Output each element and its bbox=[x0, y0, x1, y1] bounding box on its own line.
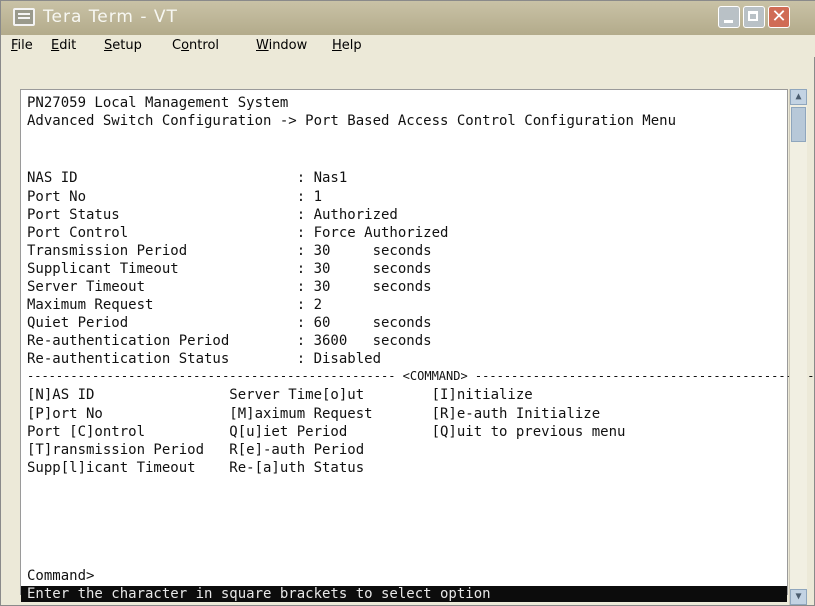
field-nas-id: NAS ID : Nas1 bbox=[27, 170, 348, 186]
command-row-2: [P]ort No [M]aximum Request [R]e-auth In… bbox=[27, 406, 601, 422]
menu-control-hotkey: o bbox=[181, 38, 190, 53]
status-bar: Enter the character in square brackets t… bbox=[21, 586, 787, 602]
command-row-1: [N]AS ID Server Time[o]ut [I]nitialize bbox=[27, 387, 533, 403]
command-prompt[interactable]: Command> bbox=[27, 568, 94, 584]
field-reauth-period: Re-authentication Period : 3600 seconds bbox=[27, 333, 432, 349]
vertical-scrollbar[interactable]: ▲ ▼ bbox=[789, 89, 807, 605]
menu-setup[interactable]: Setup bbox=[104, 38, 142, 53]
menu-setup-rest: etup bbox=[112, 38, 142, 53]
menu-file-rest: ile bbox=[17, 38, 33, 53]
field-quiet-period: Quiet Period : 60 seconds bbox=[27, 315, 432, 331]
menu-control[interactable]: Control bbox=[172, 38, 219, 53]
field-port-status: Port Status : Authorized bbox=[27, 207, 398, 223]
header-menu-path: Advanced Switch Configuration -> Port Ba… bbox=[27, 113, 677, 129]
command-row-4: [T]ransmission Period R[e]-auth Period bbox=[27, 442, 365, 458]
field-reauth-status: Re-authentication Status : Disabled bbox=[27, 351, 382, 367]
status-message: Enter the character in square brackets t… bbox=[27, 586, 491, 602]
terminal-app-icon bbox=[13, 8, 35, 26]
field-maximum-request: Maximum Request : 2 bbox=[27, 297, 323, 313]
command-row-5: Supp[l]icant Timeout Re-[a]uth Status bbox=[27, 460, 365, 476]
field-transmission-period: Transmission Period : 30 seconds bbox=[27, 243, 432, 259]
field-port-no: Port No : 1 bbox=[27, 189, 323, 205]
menu-edit[interactable]: Edit bbox=[51, 38, 76, 53]
menu-window-hotkey: W bbox=[256, 38, 269, 53]
close-button[interactable]: ✕ bbox=[768, 6, 790, 28]
command-separator: ----------------------------------------… bbox=[27, 369, 815, 383]
menu-help-hotkey: H bbox=[332, 38, 342, 53]
menu-bar: File Edit Setup Control Window Help bbox=[1, 35, 815, 57]
menu-control-rest: ntrol bbox=[189, 38, 220, 53]
menu-help-rest: elp bbox=[341, 38, 362, 53]
header-system-name: PN27059 Local Management System bbox=[27, 95, 289, 111]
minimize-button[interactable] bbox=[718, 6, 740, 28]
title-bar[interactable]: Tera Term - VT ✕ bbox=[1, 1, 815, 35]
field-port-control: Port Control : Force Authorized bbox=[27, 225, 449, 241]
menu-edit-rest: dit bbox=[59, 38, 77, 53]
scroll-up-arrow-icon[interactable]: ▲ bbox=[790, 89, 807, 105]
field-supplicant-timeout: Supplicant Timeout : 30 seconds bbox=[27, 261, 432, 277]
command-row-3: Port [C]ontrol Q[u]iet Period [Q]uit to … bbox=[27, 424, 626, 440]
scroll-thumb[interactable] bbox=[791, 107, 806, 142]
menu-window[interactable]: Window bbox=[256, 38, 307, 53]
menu-window-rest: indow bbox=[268, 38, 308, 53]
terminal-screen[interactable]: PN27059 Local Management System Advanced… bbox=[20, 89, 815, 602]
scroll-down-arrow-icon[interactable]: ▼ bbox=[790, 589, 807, 605]
window-title: Tera Term - VT bbox=[43, 7, 178, 27]
menu-file[interactable]: File bbox=[11, 38, 33, 53]
menu-edit-hotkey: E bbox=[51, 38, 60, 53]
menu-control-pre: C bbox=[172, 38, 182, 53]
menu-help[interactable]: Help bbox=[332, 38, 362, 53]
field-server-timeout: Server Timeout : 30 seconds bbox=[27, 279, 432, 295]
tera-term-window: Tera Term - VT ✕ File Edit Setup Control… bbox=[0, 0, 815, 606]
maximize-button[interactable] bbox=[743, 6, 765, 28]
